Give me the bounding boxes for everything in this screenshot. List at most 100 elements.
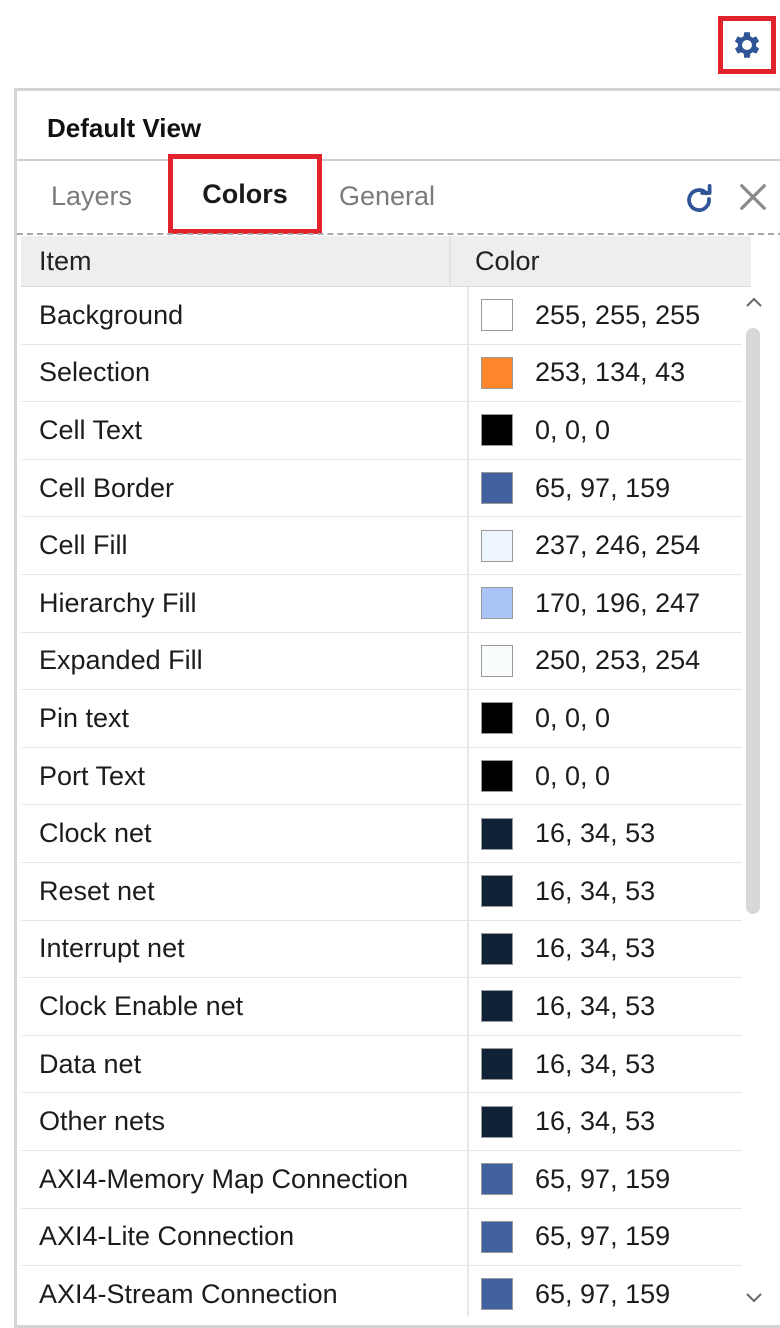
table-row[interactable]: AXI4-Lite Connection 65, 97, 159 [21, 1208, 751, 1267]
table-row[interactable]: Cell Fill 237, 246, 254 [21, 517, 751, 575]
item-name-cell: AXI4-Lite Connection [39, 1221, 295, 1252]
color-swatch[interactable] [481, 1278, 513, 1311]
panel-title: Default View [47, 113, 202, 143]
item-name-cell: AXI4-Stream Connection [39, 1278, 338, 1309]
color-cell[interactable]: 0, 0, 0 [467, 747, 611, 805]
color-value: 0, 0, 0 [535, 414, 611, 445]
color-cell[interactable]: 16, 34, 53 [467, 862, 656, 920]
table-row[interactable]: Hierarchy Fill 170, 196, 247 [21, 574, 751, 633]
item-name-cell: Other nets [39, 1106, 166, 1137]
color-value: 0, 0, 0 [535, 702, 611, 733]
tab-layers[interactable]: Layers [51, 181, 132, 212]
color-cell[interactable]: 170, 196, 247 [467, 574, 700, 632]
table-row[interactable]: Data net 16, 34, 53 [21, 1035, 751, 1094]
color-swatch[interactable] [481, 990, 513, 1023]
color-cell[interactable]: 65, 97, 159 [467, 1150, 671, 1208]
table-row[interactable]: Reset net 16, 34, 53 [21, 862, 751, 921]
color-value: 16, 34, 53 [535, 1048, 656, 1079]
item-name-cell: AXI4-Memory Map Connection [39, 1163, 409, 1194]
scroll-up-button[interactable] [742, 290, 766, 314]
tab-colors-label: Colors [202, 178, 288, 209]
colors-table: Item Color Background 255, 255, 255 Select… [21, 236, 751, 1316]
color-cell[interactable]: 65, 97, 159 [467, 1266, 670, 1316]
tab-general[interactable]: General [339, 181, 435, 212]
color-swatch[interactable] [481, 702, 513, 735]
color-swatch[interactable] [481, 529, 513, 562]
item-name-cell: Cell Text [39, 414, 143, 445]
color-value: 0, 0, 0 [535, 760, 611, 791]
scroll-down-button[interactable] [742, 1286, 766, 1310]
color-swatch[interactable] [481, 299, 513, 332]
color-cell[interactable]: 250, 253, 254 [467, 632, 700, 690]
table-row[interactable]: AXI4-Stream Connection 65, 97, 159 [21, 1266, 751, 1316]
table-row[interactable]: Cell Border 65, 97, 159 [21, 459, 751, 518]
tab-colors[interactable]: Colors [168, 154, 322, 234]
settings-panel: Default View Layers Colors General Item … [14, 88, 780, 1328]
table-row[interactable]: Clock Enable net 16, 34, 53 [21, 978, 751, 1036]
color-cell[interactable]: 16, 34, 53 [467, 805, 655, 862]
color-cell[interactable]: 16, 34, 53 [467, 920, 655, 978]
color-value: 237, 246, 254 [535, 530, 701, 561]
column-header-color[interactable]: Color [449, 236, 540, 286]
gear-icon [730, 28, 764, 62]
table-row[interactable]: Pin text 0, 0, 0 [21, 690, 751, 748]
scrollbar-thumb[interactable] [746, 328, 760, 914]
color-cell[interactable]: 0, 0, 0 [467, 402, 610, 459]
color-cell[interactable]: 16, 34, 53 [467, 1035, 656, 1093]
table-row[interactable]: AXI4-Memory Map Connection 65, 97, 159 [21, 1150, 751, 1209]
chevron-up-icon [745, 296, 763, 308]
color-value: 65, 97, 159 [535, 1163, 671, 1194]
item-name-cell: Background [39, 299, 184, 330]
item-name-cell: Cell Fill [39, 530, 128, 561]
color-swatch[interactable] [481, 1105, 513, 1138]
color-value: 16, 34, 53 [535, 875, 656, 906]
table-row[interactable]: Selection 253, 134, 43 [21, 344, 751, 403]
close-button[interactable] [733, 177, 773, 217]
item-name-cell: Data net [39, 1048, 142, 1079]
refresh-icon [684, 184, 714, 214]
color-cell[interactable]: 0, 0, 0 [467, 690, 610, 747]
color-swatch[interactable] [481, 932, 513, 965]
table-row[interactable]: Other nets 16, 34, 53 [21, 1093, 751, 1151]
color-swatch[interactable] [481, 1220, 513, 1253]
color-swatch[interactable] [481, 644, 513, 677]
tab-bar-divider [17, 233, 780, 235]
color-swatch[interactable] [481, 760, 513, 793]
column-header-item[interactable]: Item [21, 246, 449, 277]
color-cell[interactable]: 16, 34, 53 [467, 1093, 655, 1150]
color-swatch[interactable] [481, 587, 513, 620]
vertical-scrollbar[interactable] [742, 290, 766, 1310]
color-swatch[interactable] [481, 875, 513, 908]
color-swatch[interactable] [481, 817, 513, 850]
color-cell[interactable]: 65, 97, 159 [467, 459, 670, 517]
color-swatch[interactable] [481, 1163, 513, 1196]
color-cell[interactable]: 65, 97, 159 [467, 1208, 670, 1266]
refresh-button[interactable] [679, 179, 719, 219]
title-divider [17, 159, 780, 161]
table-row[interactable]: Interrupt net 16, 34, 53 [21, 920, 751, 979]
table-header: Item Color [21, 236, 751, 287]
color-cell[interactable]: 253, 134, 43 [467, 344, 685, 402]
color-cell[interactable]: 237, 246, 254 [467, 517, 700, 574]
color-value: 16, 34, 53 [535, 990, 656, 1021]
table-row[interactable]: Cell Text 0, 0, 0 [21, 402, 751, 460]
table-row[interactable]: Port Text 0, 0, 0 [21, 747, 751, 806]
chevron-down-icon [745, 1292, 763, 1304]
item-name-cell: Hierarchy Fill [39, 587, 197, 618]
color-cell[interactable]: 16, 34, 53 [467, 978, 655, 1035]
color-swatch[interactable] [481, 1048, 513, 1081]
settings-button[interactable] [718, 16, 776, 74]
table-row[interactable]: Clock net 16, 34, 53 [21, 805, 751, 863]
item-name-cell: Clock net [39, 818, 152, 849]
item-name-cell: Clock Enable net [39, 990, 244, 1021]
color-swatch[interactable] [481, 414, 513, 447]
close-icon [738, 182, 768, 212]
color-swatch[interactable] [481, 356, 513, 389]
color-cell[interactable]: 255, 255, 255 [467, 287, 700, 344]
item-name-cell: Expanded Fill [39, 645, 203, 676]
item-name-cell: Interrupt net [39, 933, 185, 964]
color-swatch[interactable] [481, 472, 513, 505]
color-value: 16, 34, 53 [535, 818, 656, 849]
table-row[interactable]: Expanded Fill 250, 253, 254 [21, 632, 751, 691]
table-row[interactable]: Background 255, 255, 255 [21, 287, 751, 345]
